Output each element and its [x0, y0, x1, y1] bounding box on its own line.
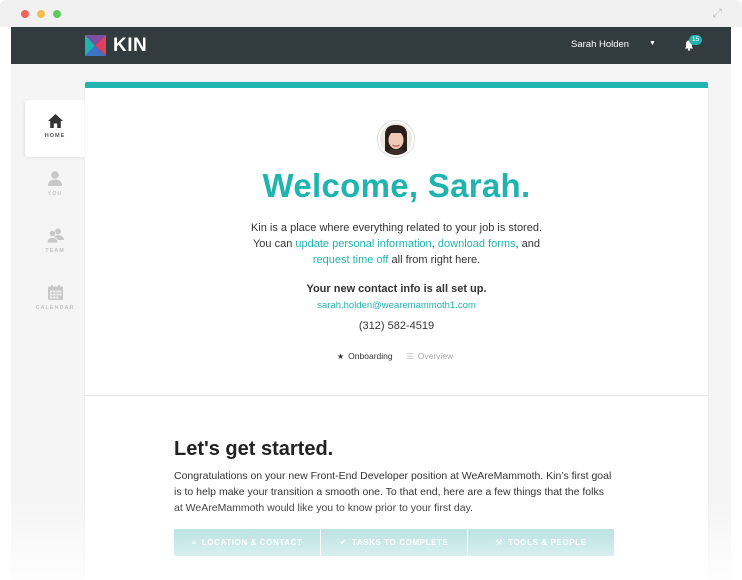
- person-icon: [48, 171, 62, 186]
- tab-label: Onboarding: [348, 351, 393, 361]
- app-header: KIN Sarah Holden ▼ 15: [11, 27, 731, 64]
- intro-end: all from right here.: [388, 254, 481, 266]
- tools-icon: ⚒: [495, 538, 504, 547]
- logo[interactable]: KIN: [85, 35, 147, 56]
- update-personal-info-link[interactable]: update personal information: [295, 238, 431, 250]
- action-label: LOCATION & CONTACT: [201, 538, 303, 547]
- intro-line-1: Kin is a place where everything related …: [250, 222, 543, 234]
- contact-title: Your new contact info is all set up.: [306, 283, 487, 295]
- kin-logo-icon: [85, 35, 106, 56]
- download-forms-link[interactable]: download forms: [438, 238, 516, 250]
- action-label: TASKS TO COMPLETE: [351, 538, 449, 547]
- tab-label: Overview: [417, 351, 454, 361]
- intro-and: , and: [515, 238, 541, 250]
- getting-started-title: Let's get started.: [174, 438, 334, 460]
- sidebar-item-label: HOME: [44, 133, 66, 139]
- tasks-to-complete-button[interactable]: ✔ TASKS TO COMPLETE: [321, 529, 468, 556]
- maximize-window-button[interactable]: [53, 10, 61, 18]
- sidebar-item-home[interactable]: HOME: [25, 100, 85, 157]
- sidebar-item-team[interactable]: TEAM: [25, 214, 85, 271]
- minimize-window-button[interactable]: [37, 10, 45, 18]
- request-time-off-link[interactable]: request time off: [313, 254, 389, 266]
- sidebar-item-you[interactable]: YOU: [25, 157, 85, 214]
- action-label: TOOLS & PEOPLE: [508, 538, 587, 547]
- sidebar-item-label: CALENDAR: [35, 305, 75, 311]
- user-menu-name[interactable]: Sarah Holden: [571, 39, 629, 50]
- tools-people-button[interactable]: ⚒ TOOLS & PEOPLE: [468, 529, 614, 556]
- list-icon: ≡: [191, 538, 197, 547]
- sidebar-item-label: TEAM: [45, 248, 65, 254]
- calendar-icon: [47, 285, 63, 300]
- browser-title-bar: ⤢: [0, 0, 742, 27]
- action-buttons: ≡ LOCATION & CONTACT ✔ TASKS TO COMPLETE…: [174, 529, 614, 556]
- location-contact-button[interactable]: ≡ LOCATION & CONTACT: [174, 529, 321, 556]
- subtabs: ★ Onboarding ☰ Overview: [337, 351, 453, 361]
- check-icon: ✔: [339, 538, 347, 547]
- star-icon: ★: [337, 351, 345, 361]
- sidebar-item-label: YOU: [47, 191, 63, 197]
- tab-onboarding[interactable]: ★ Onboarding: [337, 351, 393, 361]
- getting-started-body: Congratulations on your new Front-End De…: [174, 470, 612, 514]
- page-title: Welcome, Sarah.: [262, 167, 531, 204]
- intro-you-can: You can: [252, 238, 296, 250]
- sidebar: HOME YOU TEAM CALENDAR: [25, 100, 85, 328]
- sidebar-item-calendar[interactable]: CALENDAR: [25, 271, 85, 328]
- list-icon: ☰: [406, 351, 414, 361]
- expand-icon[interactable]: ⤢: [710, 6, 724, 20]
- section-divider: [85, 395, 708, 396]
- logo-text: KIN: [113, 35, 148, 56]
- contact-email[interactable]: sarah.holden@wearemammoth1.com: [85, 300, 708, 311]
- tab-overview[interactable]: ☰ Overview: [407, 351, 454, 361]
- contact-phone: (312) 582-4519: [358, 320, 435, 332]
- notification-badge: 15: [689, 35, 703, 45]
- team-icon: [46, 228, 64, 243]
- user-photo: [380, 123, 412, 155]
- avatar[interactable]: [378, 121, 414, 157]
- chevron-down-icon[interactable]: ▼: [649, 40, 656, 47]
- home-icon: [47, 114, 63, 128]
- welcome-card: Welcome, Sarah. Kin is a place where eve…: [85, 82, 708, 580]
- close-window-button[interactable]: [21, 10, 29, 18]
- intro-text: Kin is a place where everything related …: [85, 220, 708, 268]
